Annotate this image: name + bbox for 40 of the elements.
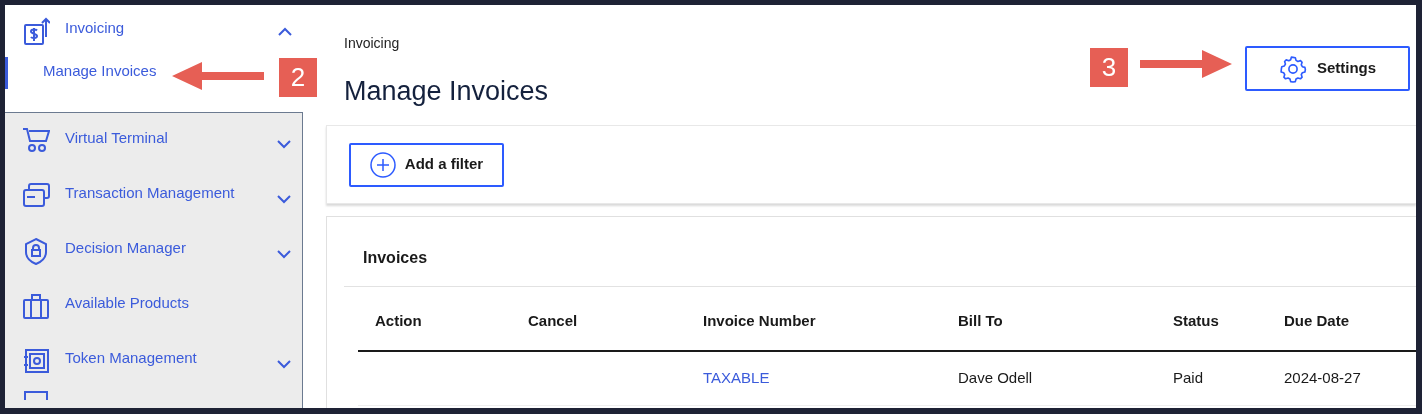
page-title: Manage Invoices xyxy=(344,75,549,108)
chevron-down-icon[interactable] xyxy=(276,139,292,149)
sidebar-item[interactable]: Token Management xyxy=(65,347,276,370)
sidebar-item[interactable]: Available Products xyxy=(65,292,292,315)
chevron-up-icon[interactable] xyxy=(277,27,293,37)
sidebar-item[interactable]: Decision Manager xyxy=(65,237,276,260)
sidebar-item[interactable]: Invoicing xyxy=(65,17,277,40)
invoice-link[interactable]: TAXABLE xyxy=(703,369,770,387)
chevron-down-icon[interactable] xyxy=(276,249,292,259)
sidebar-item-icon xyxy=(22,127,50,155)
chevron-down-icon[interactable] xyxy=(276,359,292,369)
step-badge: 3 xyxy=(1090,48,1128,87)
chevron-down-icon[interactable] xyxy=(276,194,292,204)
plus-circle-icon xyxy=(369,151,396,178)
column-header[interactable]: Due Date xyxy=(1284,309,1416,332)
table-cell: 2024-08-27 xyxy=(1284,369,1361,387)
sidebar-item-icon xyxy=(22,390,50,400)
step-badge: 2 xyxy=(279,58,317,97)
column-header[interactable]: Cancel xyxy=(528,309,703,332)
settings-button[interactable]: Settings xyxy=(1245,46,1410,91)
right-arrow-icon xyxy=(1138,48,1234,80)
column-header[interactable]: Invoice Number xyxy=(703,309,958,332)
sidebar-item[interactable]: Transaction Management xyxy=(65,182,276,205)
sidebar-item-icon xyxy=(22,347,50,375)
column-header[interactable]: Status xyxy=(1173,309,1284,332)
breadcrumb: Invoicing xyxy=(344,34,401,53)
sidebar-subitem[interactable]: Manage Invoices xyxy=(43,60,157,83)
sidebar-item[interactable]: Virtual Terminal xyxy=(65,127,276,150)
column-header[interactable]: Action xyxy=(375,309,528,332)
settings-icon xyxy=(1278,54,1307,83)
table-cell: Paid xyxy=(1173,369,1204,387)
add-filter-button[interactable]: Add a filter xyxy=(349,142,504,187)
sidebar-item-icon xyxy=(22,237,50,265)
column-header[interactable]: Bill To xyxy=(958,309,1173,332)
sidebar-item-icon xyxy=(22,17,50,45)
table-cell: Dave Odell xyxy=(958,369,1033,387)
sidebar-item-icon xyxy=(22,182,50,210)
left-arrow-icon xyxy=(170,60,266,92)
sidebar-item-icon xyxy=(22,292,50,320)
card-title: Invoices xyxy=(363,248,428,268)
